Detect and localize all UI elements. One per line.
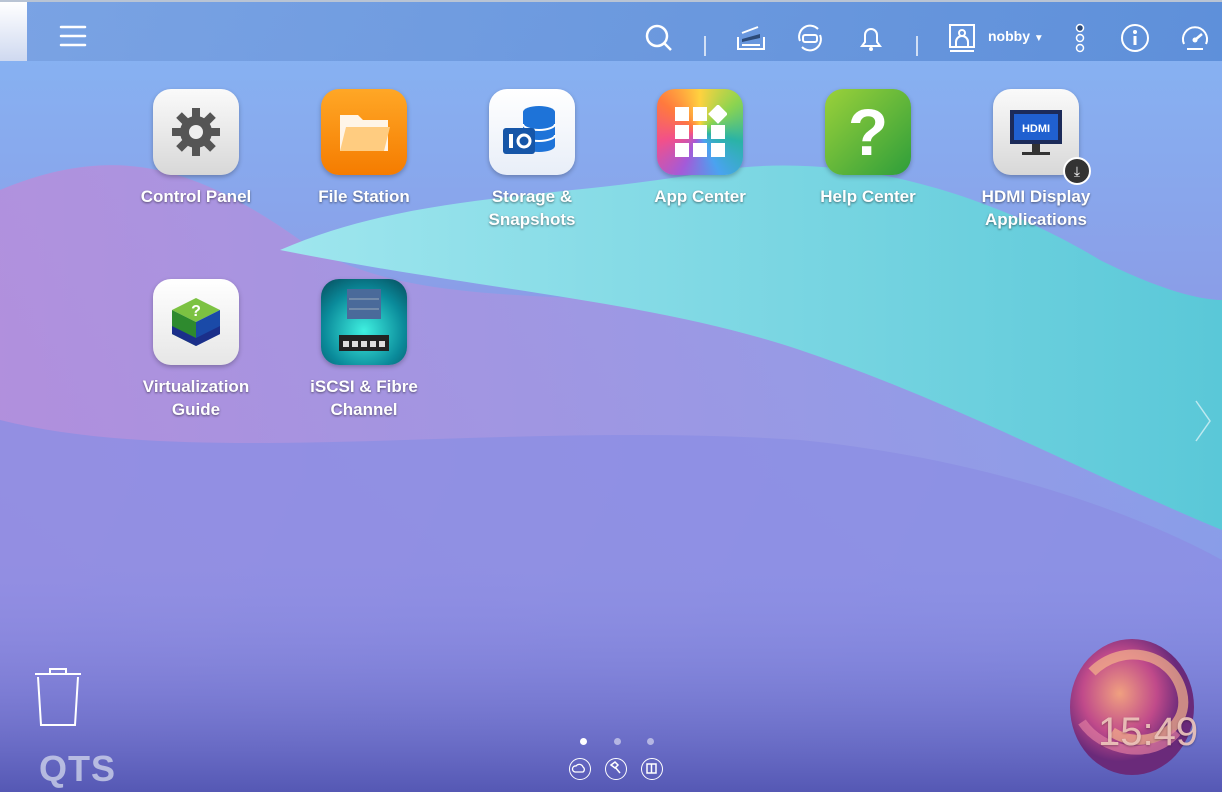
app-label: App Center [654, 187, 746, 206]
dashboard-icon[interactable] [1178, 21, 1212, 55]
page-dot-2[interactable] [614, 738, 621, 745]
app-help-center[interactable]: ? Help Center [793, 89, 943, 208]
divider [916, 36, 918, 56]
menu-icon[interactable] [58, 20, 88, 52]
cloud-icon[interactable] [569, 758, 591, 780]
clock-widget[interactable] [1062, 632, 1212, 782]
app-label: Storage & Snapshots [488, 187, 576, 229]
svg-text:?: ? [191, 303, 201, 320]
notification-bell-icon[interactable] [855, 22, 887, 54]
qts-logo: QTS [39, 748, 117, 789]
page-dot-3[interactable] [647, 738, 654, 745]
chevron-down-icon: ▼ [1033, 33, 1044, 44]
app-control-panel[interactable]: Control Panel [121, 89, 271, 208]
user-icon[interactable] [946, 22, 978, 54]
gear-icon [153, 89, 239, 175]
user-menu[interactable]: nobby ▼ [988, 28, 1044, 44]
external-device-icon[interactable] [794, 22, 826, 54]
download-badge-icon: ⤓ [1063, 157, 1091, 185]
top-bar: nobby ▼ [0, 0, 1222, 61]
folder-icon [321, 89, 407, 175]
svg-text:HDMI: HDMI [1022, 123, 1050, 135]
book-icon[interactable] [641, 758, 663, 780]
app-storage-snapshots[interactable]: Storage & Snapshots [457, 89, 607, 231]
window-edge [0, 2, 27, 61]
username: nobby [988, 28, 1030, 44]
app-label: File Station [318, 187, 410, 206]
qnap-orb-logo [1070, 639, 1194, 775]
app-label: HDMI Display Applications [981, 187, 1091, 229]
app-label: Control Panel [140, 187, 252, 206]
clock-time: 15:49 [1098, 710, 1199, 754]
app-grid-icon [657, 89, 743, 175]
app-label: Virtualization Guide [142, 377, 250, 419]
app-label: iSCSI & Fibre Channel [310, 377, 418, 419]
iscsi-server-icon [321, 279, 407, 365]
search-icon[interactable] [643, 22, 675, 54]
info-icon[interactable] [1118, 21, 1152, 55]
app-hdmi-display[interactable]: HDMI ⤓ HDMI Display Applications [961, 89, 1111, 231]
app-label: Help Center [820, 187, 916, 206]
app-file-station[interactable]: File Station [289, 89, 439, 208]
app-virtualization-guide[interactable]: ? Virtualization Guide [121, 279, 271, 421]
hdmi-monitor-icon: HDMI ⤓ [993, 89, 1091, 185]
question-mark-icon: ? [825, 89, 911, 175]
background-tasks-icon[interactable] [735, 22, 767, 54]
divider [704, 36, 706, 56]
next-page-arrow-icon[interactable] [1190, 398, 1216, 444]
storage-icon [489, 89, 575, 175]
app-app-center[interactable]: App Center [625, 89, 775, 208]
app-iscsi-fibre-channel[interactable]: iSCSI & Fibre Channel [289, 279, 439, 421]
recycle-bin-icon[interactable] [32, 666, 84, 730]
page-dot-1[interactable] [580, 738, 587, 745]
more-options-icon[interactable] [1066, 22, 1094, 54]
tools-icon[interactable] [605, 758, 627, 780]
cube-icon: ? [153, 279, 239, 365]
